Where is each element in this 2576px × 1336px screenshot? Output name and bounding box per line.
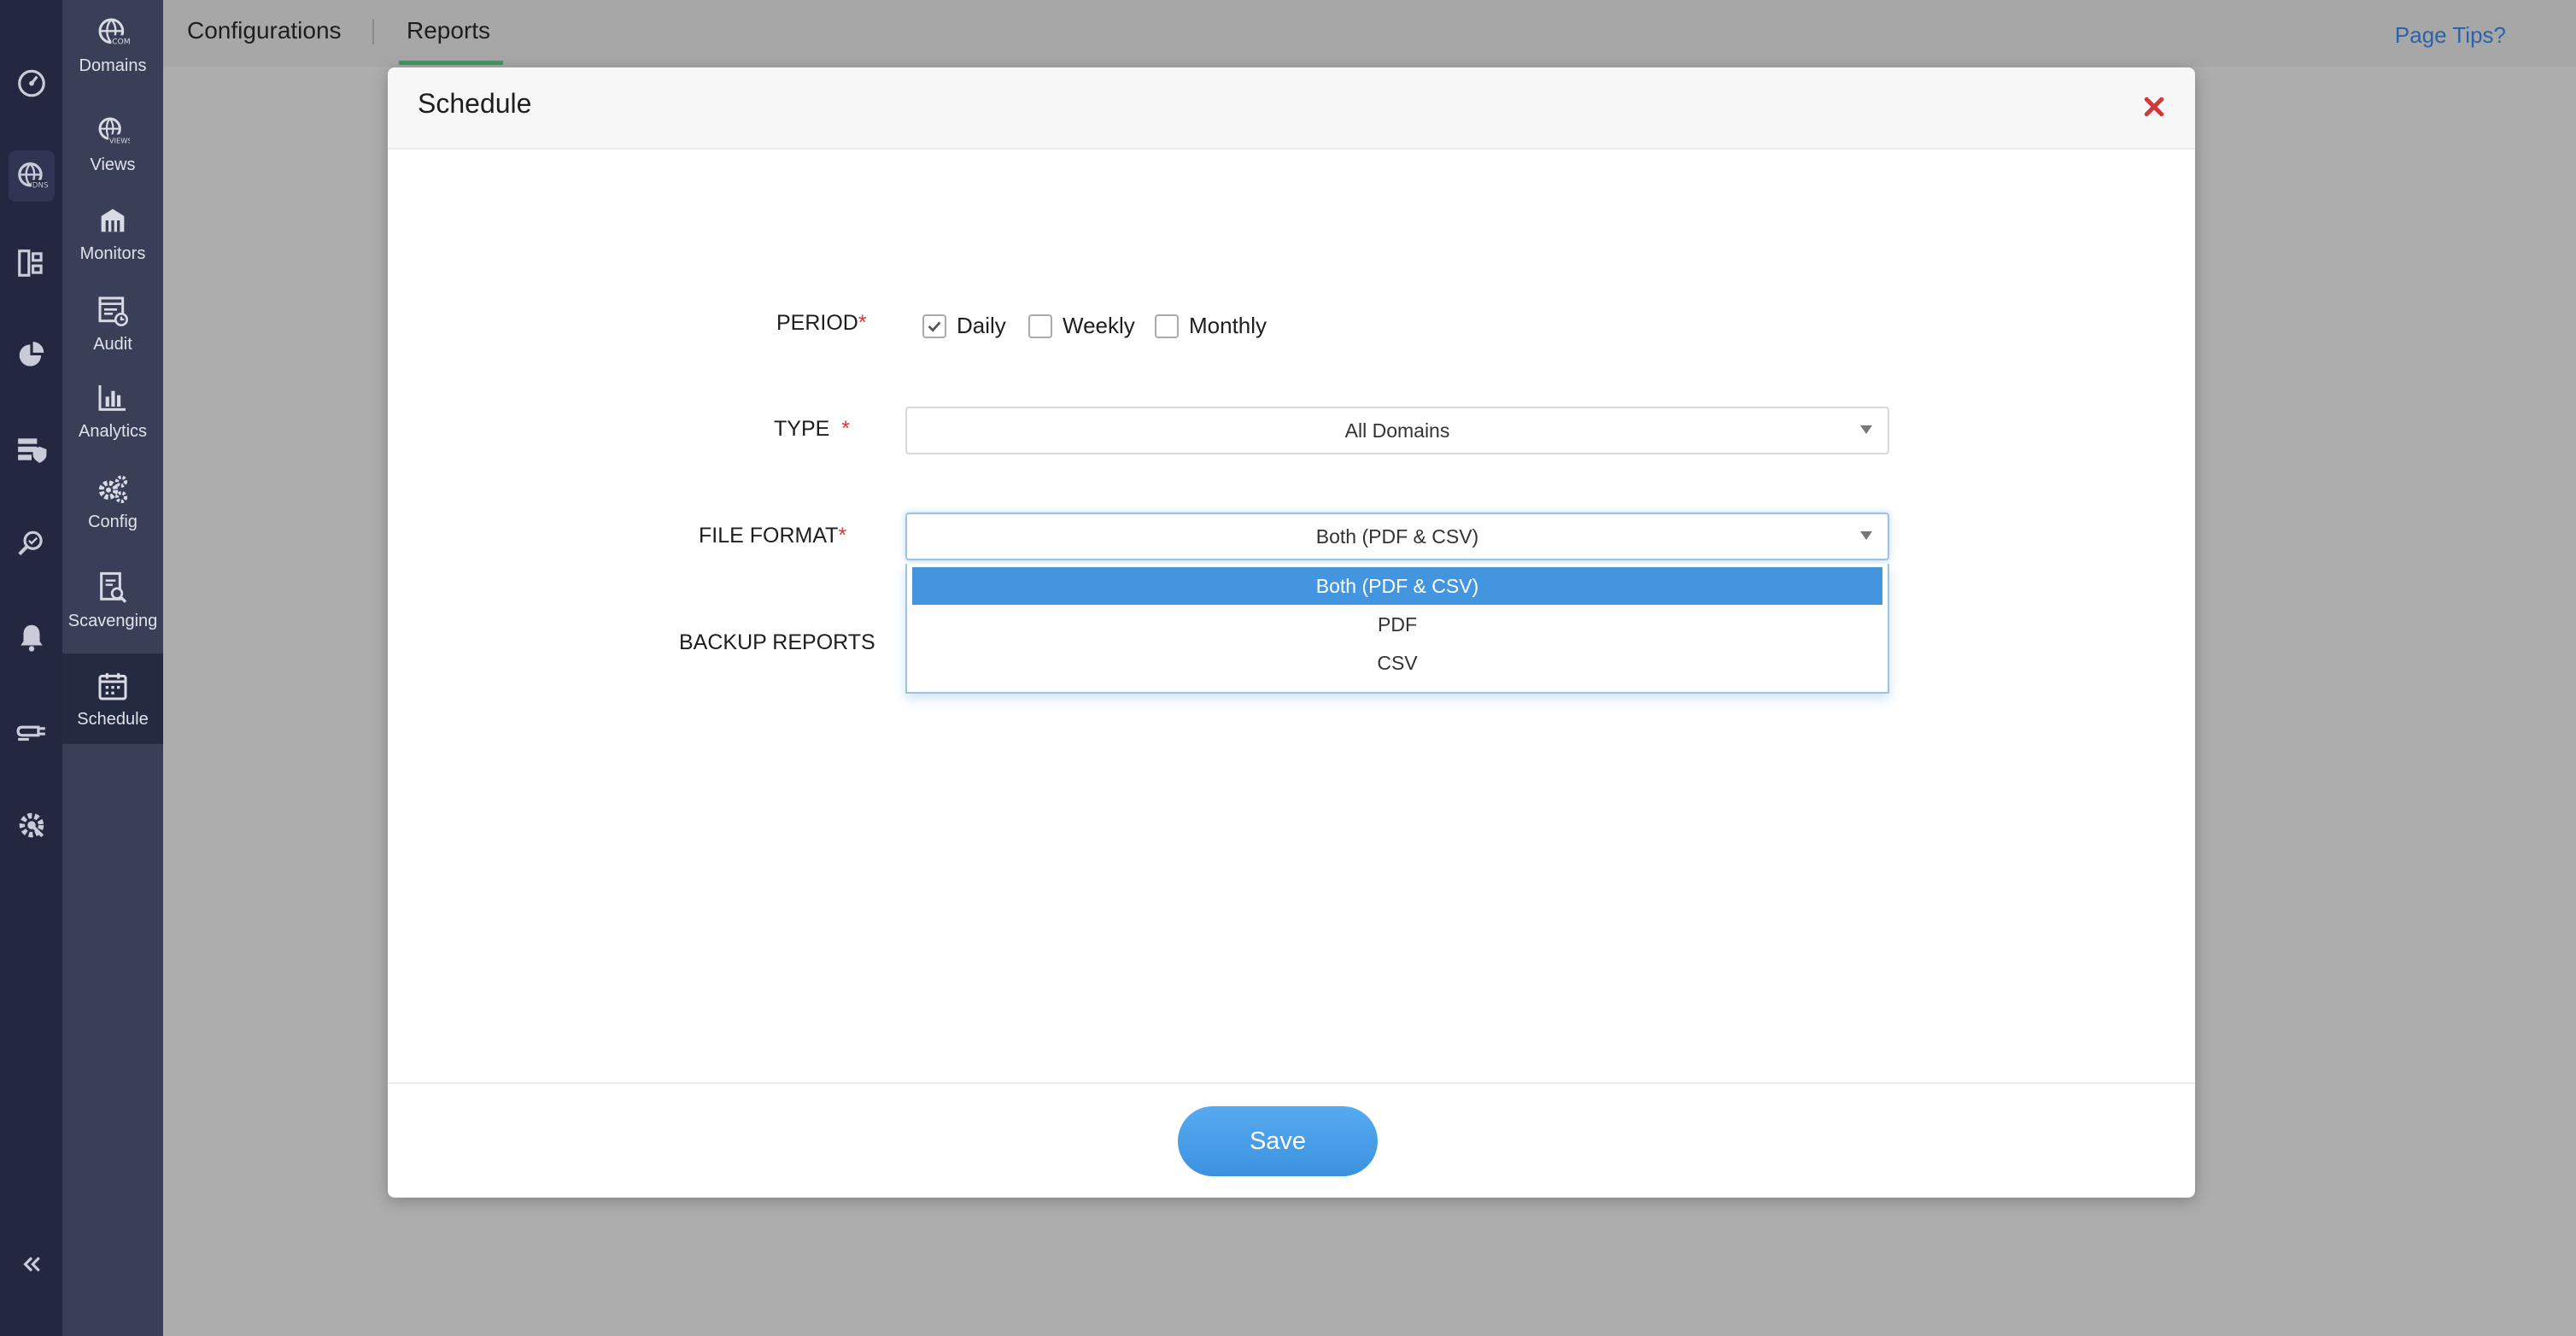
modal-footer-divider — [388, 1082, 2195, 1084]
schedule-modal: Schedule PERIOD* Daily Weekly Monthly TY… — [388, 67, 2195, 1198]
plug-icon[interactable] — [0, 706, 62, 757]
secondary-sidebar: COM Domains VIEWS Views Monitors Audit A… — [62, 0, 163, 1336]
globe-views-icon: VIEWS — [98, 117, 130, 144]
backup-reports-label: BACKUP REPORTS — [679, 630, 875, 654]
sidebar-item-label: Domains — [79, 56, 147, 75]
dropdown-option-csv[interactable]: CSV — [912, 644, 1882, 682]
ipam-icon[interactable] — [0, 237, 62, 289]
scavenging-icon — [100, 571, 127, 603]
monitors-icon — [101, 208, 125, 231]
calendar-icon — [98, 672, 127, 700]
sidebar-item-scavenging[interactable]: Scavenging — [62, 555, 163, 646]
tab-reports[interactable]: Reports — [407, 17, 490, 44]
svg-text:COM: COM — [112, 37, 130, 46]
audit-icon — [98, 296, 128, 326]
dropdown-option-both[interactable]: Both (PDF & CSV) — [912, 567, 1882, 605]
dropdown-option-pdf[interactable]: PDF — [912, 606, 1882, 643]
period-daily-checkbox[interactable]: Daily — [922, 313, 1006, 339]
globe-com-icon: COM — [98, 18, 130, 46]
sidebar-item-analytics[interactable]: Analytics — [62, 366, 163, 456]
dns-globe-icon[interactable]: DNS — [9, 150, 55, 202]
modal-header: Schedule — [388, 67, 2195, 149]
sidebar-item-views[interactable]: VIEWS Views — [62, 99, 163, 190]
dashboard-icon[interactable] — [0, 56, 62, 108]
period-weekly-checkbox[interactable]: Weekly — [1028, 313, 1135, 339]
sidebar-item-label: Audit — [93, 334, 132, 354]
modal-title: Schedule — [418, 88, 532, 119]
page-tips-link[interactable]: Page Tips? — [2395, 22, 2506, 49]
close-icon — [2144, 97, 2164, 117]
sidebar-item-config[interactable]: Config — [62, 456, 163, 547]
sidebar-item-label: Config — [88, 512, 138, 531]
sidebar-item-label: Analytics — [78, 421, 148, 441]
svg-text:VIEWS: VIEWS — [109, 136, 130, 144]
bell-icon[interactable] — [0, 612, 62, 663]
sidebar-item-schedule[interactable]: Schedule — [62, 653, 163, 744]
bar-chart-icon — [98, 384, 126, 411]
search-monitor-icon[interactable] — [0, 518, 62, 569]
sidebar-item-label: Views — [90, 155, 136, 174]
sidebar-item-label: Schedule — [77, 709, 149, 729]
collapse-sidebar-icon[interactable] — [0, 1239, 62, 1290]
active-tab-indicator — [399, 61, 503, 65]
security-server-icon[interactable] — [0, 424, 62, 475]
period-monthly-checkbox[interactable]: Monthly — [1155, 313, 1267, 339]
period-label: PERIOD* — [776, 311, 867, 335]
sidebar-item-label: Monitors — [79, 243, 146, 263]
pie-chart-icon[interactable] — [0, 330, 62, 381]
file-format-label: FILE FORMAT* — [699, 524, 847, 548]
gears-icon — [98, 475, 128, 503]
type-select[interactable]: All Domains — [905, 407, 1889, 454]
file-format-select[interactable]: Both (PDF & CSV) — [905, 513, 1889, 560]
icon-rail: DNS — [0, 0, 62, 1336]
svg-text:DNS: DNS — [32, 181, 48, 190]
chevron-down-icon — [1860, 531, 1872, 540]
sidebar-item-label: Scavenging — [67, 611, 158, 630]
tab-configurations[interactable]: Configurations — [187, 17, 342, 44]
close-button[interactable] — [2135, 88, 2173, 126]
type-label: TYPE * — [774, 417, 850, 441]
top-bar: Configurations Reports Page Tips? — [163, 0, 2576, 67]
settings-wrench-icon[interactable] — [0, 800, 62, 851]
tab-separator — [372, 19, 374, 44]
file-format-dropdown: Both (PDF & CSV) PDF CSV — [905, 564, 1889, 694]
sidebar-item-domains[interactable]: COM Domains — [62, 0, 163, 91]
save-button[interactable]: Save — [1178, 1106, 1378, 1176]
check-icon — [928, 320, 941, 332]
sidebar-item-audit[interactable]: Audit — [62, 278, 163, 369]
chevron-down-icon — [1860, 425, 1872, 434]
sidebar-item-monitors[interactable]: Monitors — [62, 188, 163, 278]
